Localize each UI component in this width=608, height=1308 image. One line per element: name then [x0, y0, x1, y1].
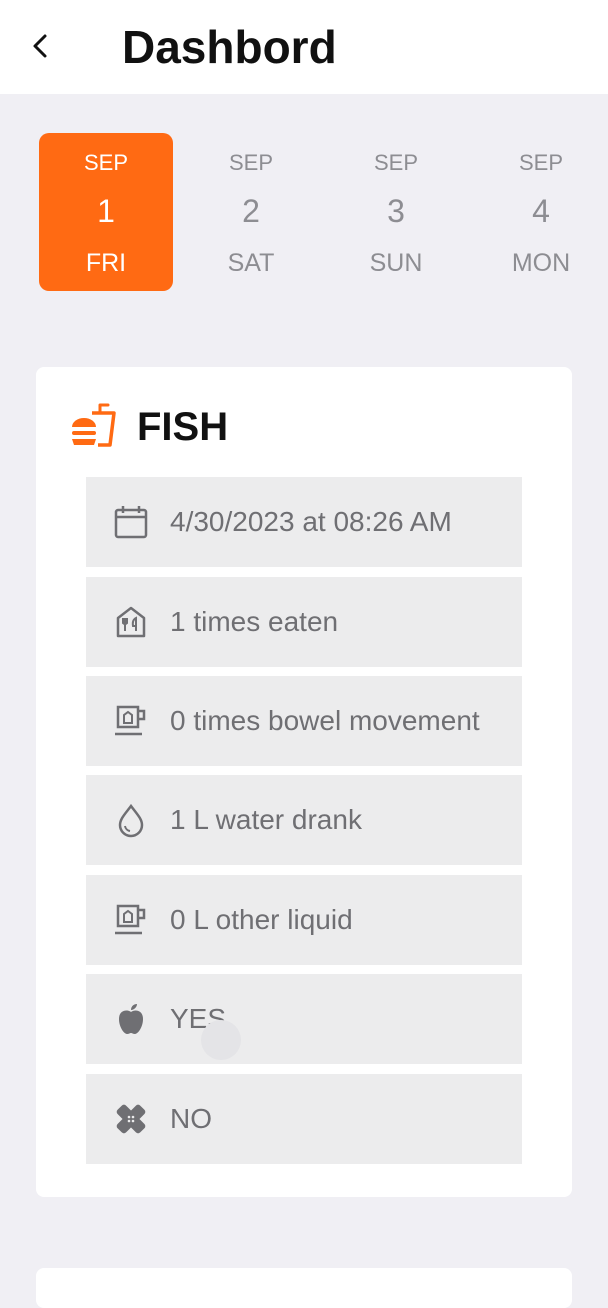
bandage-icon [116, 1104, 146, 1134]
app-header: Dashbord [0, 0, 608, 94]
day-number: 2 [242, 193, 260, 229]
calendar-icon [114, 506, 148, 539]
day-selector-item[interactable]: SEP 3 SUN [329, 133, 463, 291]
medicine-text: NO [170, 1103, 212, 1134]
meal-date-text: 4/30/2023 at 08:26 AM [170, 506, 452, 537]
meal-date-row[interactable]: 4/30/2023 at 08:26 AM [86, 477, 522, 567]
moon-icon [544, 30, 562, 63]
day-month: SEP [373, 150, 419, 175]
day-month: SEP [83, 150, 129, 175]
meal-card: FISH 4/30/2023 at 08:26 AM 1 times eaten… [36, 367, 572, 1197]
day-selector-item[interactable]: SEP 4 MON [474, 133, 608, 291]
medicine-row[interactable]: NO [86, 1074, 522, 1164]
apple-icon [119, 1004, 143, 1034]
bowel-movement-text: 0 times bowel movement [170, 705, 480, 736]
water-drank-row[interactable]: 1 L water drank [86, 775, 522, 865]
day-weekday: SAT [227, 249, 275, 277]
water-drop-icon [118, 803, 144, 838]
day-number: 3 [387, 193, 405, 229]
theme-toggle-button[interactable] [532, 24, 576, 68]
day-weekday: FRI [85, 249, 127, 277]
day-selector-item[interactable]: SEP 1 FRI [39, 133, 173, 291]
day-selector-item[interactable]: SEP 2 SAT [184, 133, 318, 291]
fastfood-icon [70, 401, 120, 451]
touch-ripple [201, 1020, 241, 1060]
next-meal-card [36, 1268, 572, 1308]
other-liquid-row[interactable]: 0 L other liquid [86, 875, 522, 965]
day-weekday: SUN [369, 249, 423, 277]
bowel-movement-row[interactable]: 0 times bowel movement [86, 676, 522, 766]
other-liquid-text: 0 L other liquid [170, 904, 353, 935]
fruit-row[interactable]: YES [86, 974, 522, 1064]
restaurant-icon [116, 606, 146, 638]
page-title: Dashbord [122, 21, 337, 73]
times-eaten-text: 1 times eaten [170, 606, 339, 637]
day-month: SEP [228, 150, 274, 175]
chevron-left-icon [33, 34, 47, 58]
day-weekday: MON [511, 249, 571, 277]
back-button[interactable] [24, 26, 64, 66]
cup-icon [115, 904, 146, 935]
water-drank-text: 1 L water drank [170, 804, 362, 835]
day-number: 1 [97, 193, 115, 229]
cup-icon [115, 705, 146, 736]
day-number: 4 [532, 193, 550, 229]
day-month: SEP [518, 150, 564, 175]
meal-title: FISH [137, 405, 229, 449]
times-eaten-row[interactable]: 1 times eaten [86, 577, 522, 667]
